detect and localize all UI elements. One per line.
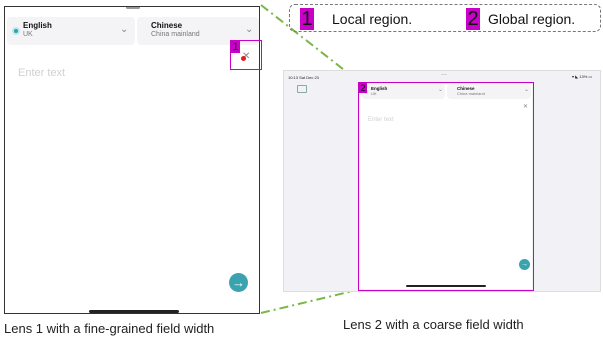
drag-handle[interactable] bbox=[126, 7, 140, 9]
top-dots: ··· bbox=[441, 72, 447, 78]
source-language-region: UK bbox=[23, 31, 33, 38]
legend-label-2: Global region. bbox=[488, 11, 576, 27]
sidebar-toggle-icon[interactable] bbox=[297, 85, 307, 93]
global-region-tag: 2 bbox=[359, 83, 367, 93]
lens2-caption: Lens 2 with a coarse field width bbox=[343, 317, 524, 332]
chevron-down-icon: ⌄ bbox=[245, 24, 254, 35]
target-language-region: China mainland bbox=[151, 31, 200, 38]
connector-bottom bbox=[260, 289, 358, 314]
home-indicator bbox=[89, 310, 179, 313]
legend-label-1: Local region. bbox=[332, 11, 413, 27]
chevron-down-icon: ⌄ bbox=[120, 24, 129, 35]
legend: 1 Local region. 2 Global region. bbox=[289, 4, 601, 32]
text-input-placeholder[interactable]: Enter text bbox=[18, 67, 65, 79]
lens1-caption: Lens 1 with a fine-grained field width bbox=[4, 321, 215, 336]
selected-radio-icon bbox=[12, 27, 20, 35]
lens2-panel: 10:13 Sat Dec 23 ▾ ◣ 13% ▭ ··· English U… bbox=[283, 70, 601, 292]
legend-num-2: 2 bbox=[466, 8, 480, 30]
cursor-dot bbox=[241, 56, 246, 61]
source-language-selector[interactable]: English UK ⌄ bbox=[7, 17, 135, 45]
local-region-tag: 1 bbox=[231, 41, 240, 53]
local-region-box: 1 ✕ bbox=[230, 40, 262, 70]
lens1-panel: English UK ⌄ Chinese China mainland ⌄ En… bbox=[4, 6, 260, 314]
status-icons: ▾ ◣ 13% ▭ bbox=[572, 74, 593, 79]
global-region-box: 2 bbox=[358, 82, 534, 291]
target-language-name: Chinese bbox=[151, 21, 183, 30]
legend-num-1: 1 bbox=[300, 8, 314, 30]
source-language-name: English bbox=[23, 21, 52, 30]
status-time: 10:13 Sat Dec 23 bbox=[288, 75, 319, 80]
translate-button[interactable]: → bbox=[229, 273, 248, 292]
